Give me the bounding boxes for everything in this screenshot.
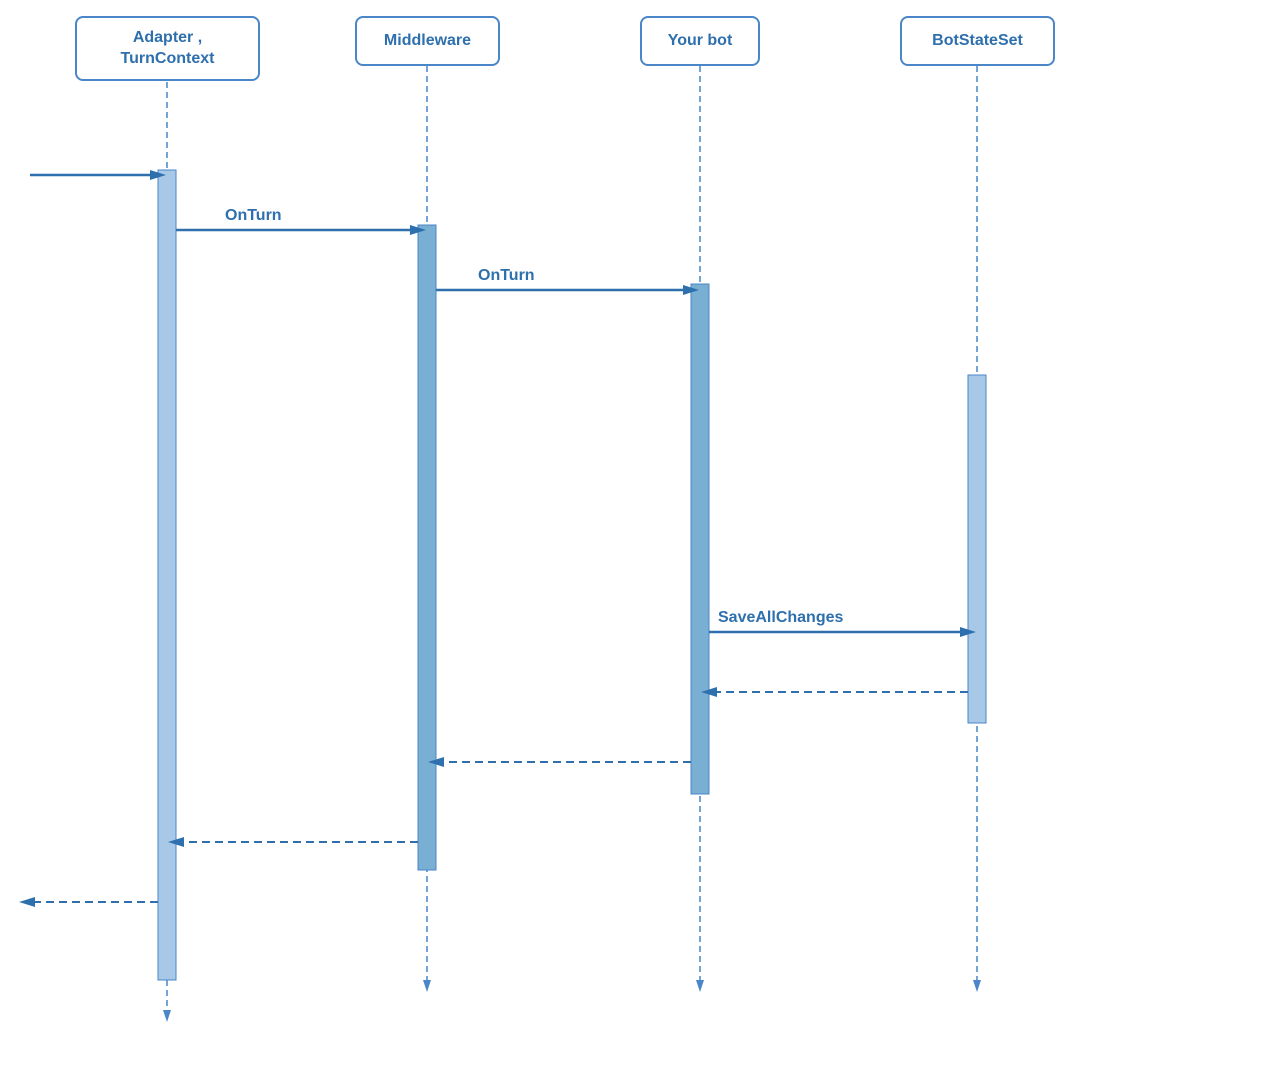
svg-text:SaveAllChanges: SaveAllChanges	[718, 609, 843, 626]
actor-botstateset-label: BotStateSet	[932, 32, 1023, 50]
actor-adapter-label: Adapter , TurnContext	[121, 28, 215, 70]
actor-middleware-label: Middleware	[384, 32, 471, 50]
svg-diagram: OnTurn OnTurn SaveAllChanges	[0, 0, 1280, 1090]
svg-text:OnTurn: OnTurn	[225, 207, 282, 224]
actor-adapter: Adapter , TurnContext	[75, 16, 260, 81]
actor-middleware: Middleware	[355, 16, 500, 66]
actor-yourbot-label: Your bot	[668, 32, 733, 50]
actor-botstateset: BotStateSet	[900, 16, 1055, 66]
svg-text:OnTurn: OnTurn	[478, 267, 535, 284]
sequence-diagram: OnTurn OnTurn SaveAllChanges Adapter , T…	[0, 0, 1280, 1090]
actor-yourbot: Your bot	[640, 16, 760, 66]
